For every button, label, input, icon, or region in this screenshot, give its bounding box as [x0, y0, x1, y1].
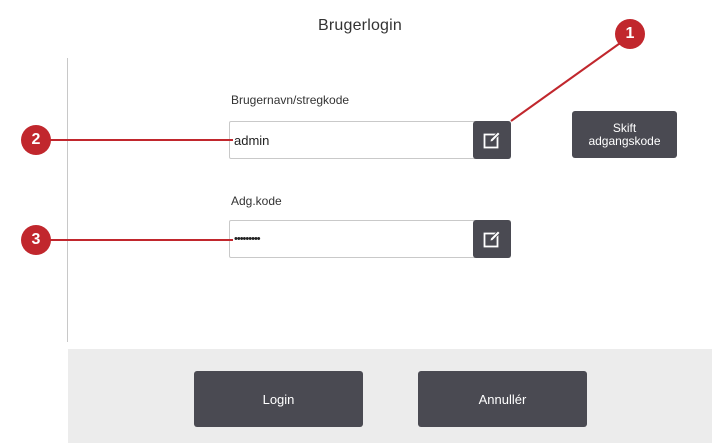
username-edit-button[interactable] [473, 121, 511, 159]
username-field[interactable]: admin [229, 121, 511, 159]
footer-bar [68, 349, 712, 443]
edit-icon [483, 131, 501, 149]
dialog-title: Brugerlogin [317, 17, 403, 34]
callout-badge-1: 1 [615, 19, 645, 49]
change-password-button[interactable]: Skift adgangskode [572, 111, 677, 158]
callout-badge-2: 2 [21, 125, 51, 155]
left-divider [67, 58, 68, 342]
callout-badge-3: 3 [21, 225, 51, 255]
login-button[interactable]: Login [194, 371, 363, 427]
callout-line-1 [510, 35, 631, 122]
edit-icon [483, 230, 501, 248]
password-field[interactable]: ••••••••• [229, 220, 511, 258]
username-value[interactable]: admin [230, 133, 473, 148]
username-label: Brugernavn/stregkode [231, 93, 350, 107]
password-edit-button[interactable] [473, 220, 511, 258]
cancel-button[interactable]: Annullér [418, 371, 587, 427]
password-label: Adg.kode [231, 194, 282, 208]
password-value[interactable]: ••••••••• [230, 233, 473, 245]
